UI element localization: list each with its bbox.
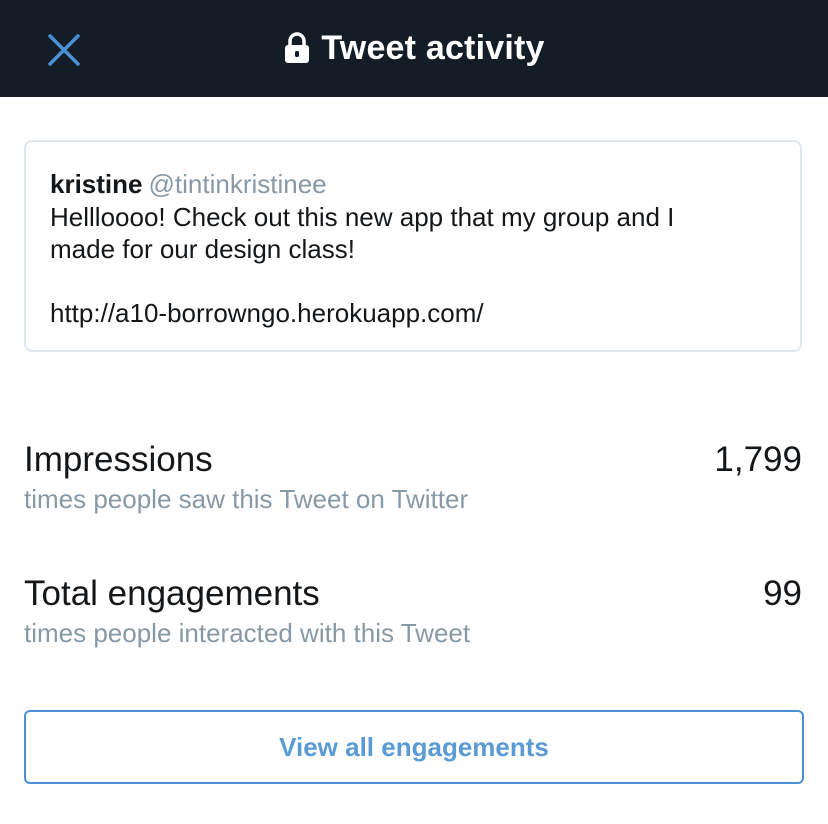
metric-label: Total engagements: [24, 574, 320, 613]
metric-label: Impressions: [24, 440, 213, 479]
metric-value: 1,799: [714, 440, 802, 479]
page-title: Tweet activity: [321, 29, 545, 67]
tweet-text: Hellloooo! Check out this new app that m…: [50, 202, 675, 264]
metric-description: times people interacted with this Tweet: [24, 618, 471, 648]
metric-impressions: Impressions 1,799 times people saw this …: [24, 440, 802, 520]
tweet-author: kristine @tintinkristinee: [50, 168, 776, 200]
author-handle[interactable]: @tintinkristinee: [149, 169, 327, 199]
header-title-group: Tweet activity: [0, 0, 828, 97]
metric-description: times people saw this Tweet on Twitter: [24, 484, 469, 514]
tweet-link[interactable]: http://a10-borrowngo.herokuapp.com/: [50, 297, 776, 329]
view-all-engagements-button[interactable]: View all engagements: [24, 710, 804, 784]
metric-total-engagements: Total engagements 99 times people intera…: [24, 574, 802, 654]
lock-icon: [285, 31, 310, 63]
author-name[interactable]: kristine: [50, 169, 143, 199]
header-bar: Tweet activity: [0, 0, 828, 97]
metric-value: 99: [763, 574, 802, 613]
tweet-card[interactable]: kristine @tintinkristinee Hellloooo! Chec…: [24, 140, 802, 352]
